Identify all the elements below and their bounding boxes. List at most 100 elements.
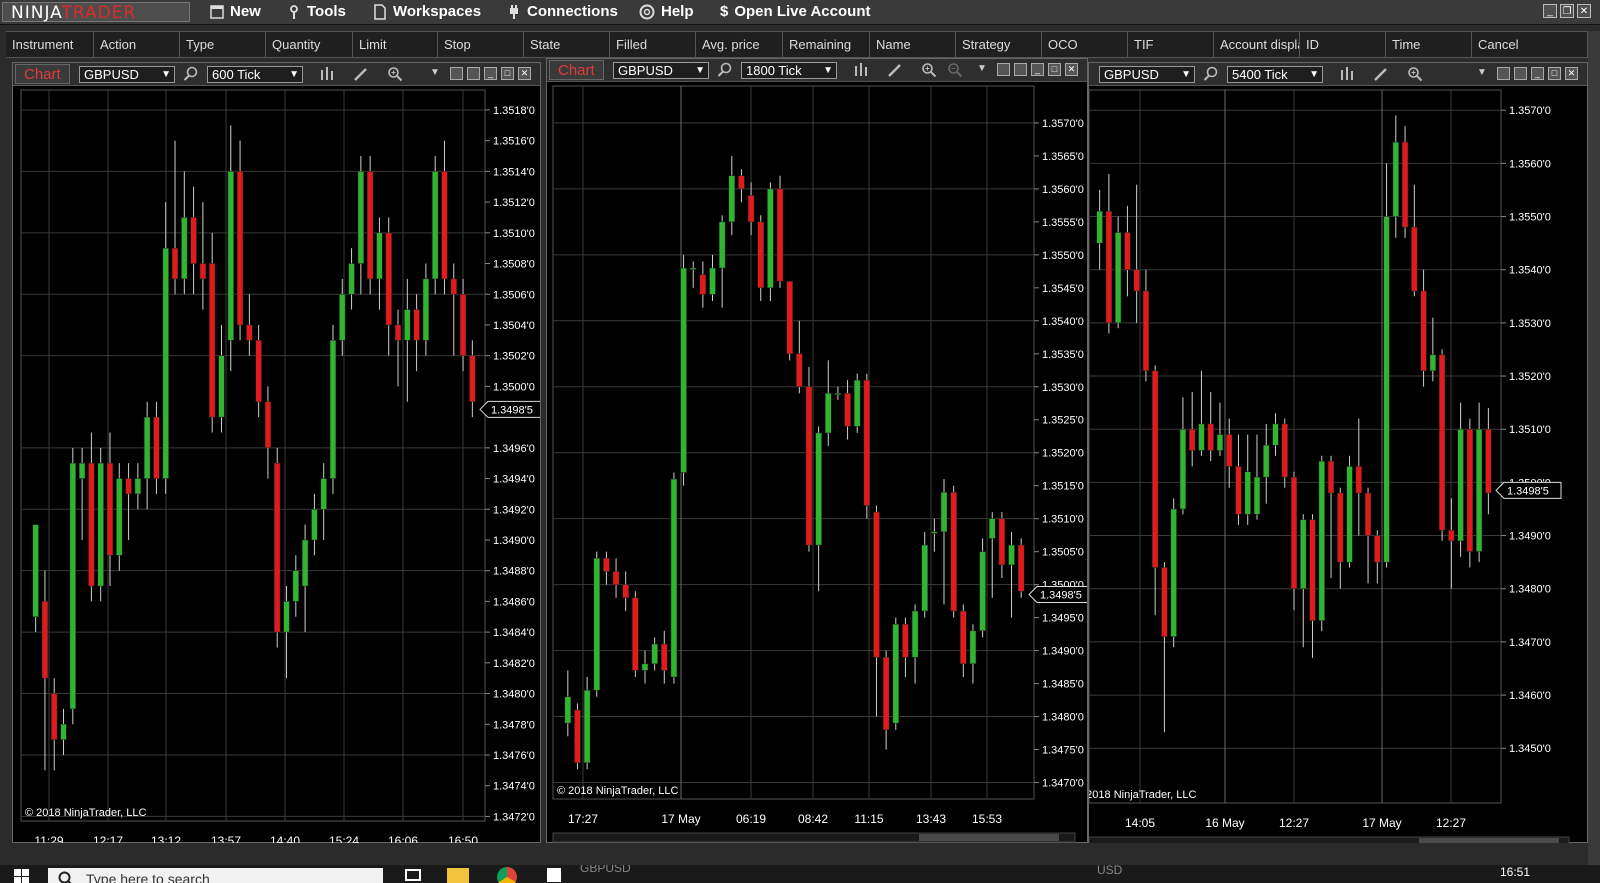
layout-two-icon[interactable] — [1514, 67, 1527, 80]
ninjatrader-taskbar-icon[interactable] — [547, 868, 561, 882]
candle-down — [1281, 423, 1288, 478]
orders-column-type[interactable]: Type — [180, 32, 266, 57]
orders-column-id[interactable]: ID — [1300, 32, 1386, 57]
taskbar-tab-gbpusd[interactable]: GBPUSD — [580, 865, 631, 875]
y-axis-tick-label: 1.3506'0 — [493, 289, 535, 301]
menu-connections[interactable]: Connections — [507, 0, 618, 24]
vertical-scrollbar[interactable] — [1588, 31, 1600, 871]
candle-down — [863, 379, 871, 506]
chrome-icon[interactable] — [497, 867, 517, 883]
close-chart-button[interactable]: ✕ — [1065, 63, 1078, 76]
y-axis-tick-label: 1.3560'0 — [1509, 158, 1551, 170]
y-axis-tick-label: 1.3492'0 — [493, 504, 535, 516]
taskbar-search-input[interactable]: Type here to search — [48, 868, 383, 883]
orders-column-state[interactable]: State — [524, 32, 610, 57]
interval-selector[interactable]: 600 Tick ▼ — [207, 66, 303, 83]
orders-column-cancel[interactable]: Cancel — [1472, 32, 1588, 57]
menu-open-live-account[interactable]: $ Open Live Account — [720, 0, 870, 24]
candle-down — [1124, 232, 1131, 270]
candle-down — [622, 584, 629, 599]
chart-menu-chevron-icon[interactable]: ▼ — [1477, 67, 1487, 78]
bar-chart-style-icon[interactable] — [1339, 66, 1355, 82]
minimize-chart-button[interactable]: _ — [1531, 67, 1544, 80]
task-view-icon[interactable] — [405, 869, 421, 881]
candle-up — [1115, 232, 1122, 324]
maximize-chart-button[interactable]: □ — [501, 67, 514, 80]
scrollbar-thumb[interactable] — [1419, 838, 1559, 843]
instrument-search-icon[interactable] — [717, 62, 733, 78]
menu-help[interactable]: Help — [639, 0, 694, 24]
orders-column-limit[interactable]: Limit — [353, 32, 438, 57]
orders-column-action[interactable]: Action — [94, 32, 180, 57]
layout-two-icon[interactable] — [1014, 63, 1027, 76]
layout-one-icon[interactable] — [1497, 67, 1510, 80]
bar-chart-style-icon[interactable] — [319, 66, 335, 82]
layout-one-icon[interactable] — [450, 67, 463, 80]
taskbar-tab-usd[interactable]: USD — [1097, 865, 1122, 877]
candle-down — [950, 492, 957, 612]
chevron-down-icon: ▼ — [695, 65, 705, 76]
interval-selector[interactable]: 5400 Tick ▼ — [1227, 66, 1323, 83]
minimize-chart-button[interactable]: _ — [1031, 63, 1044, 76]
restore-window-button[interactable]: ❐ — [1560, 4, 1574, 18]
bar-chart-style-icon[interactable] — [853, 62, 869, 78]
chart-window-2[interactable]: Chart GBPUSD ▼ 1800 Tick ▼ ▼ _ □ ✕ 1.3570'0 1.3565… — [546, 58, 1088, 843]
close-chart-button[interactable]: ✕ — [518, 67, 531, 80]
candle-down — [1411, 226, 1418, 292]
zoom-in-icon[interactable] — [921, 62, 937, 78]
y-axis-tick-label: 1.3570'0 — [1042, 118, 1084, 130]
zoom-in-icon[interactable] — [1407, 66, 1423, 82]
windows-start-icon[interactable] — [14, 869, 30, 883]
zoom-out-icon[interactable] — [947, 62, 963, 78]
chart-tab[interactable]: Chart — [15, 64, 70, 84]
instrument-selector[interactable]: GBPUSD ▼ — [1099, 66, 1195, 83]
zoom-in-icon[interactable] — [387, 66, 403, 82]
orders-column-time[interactable]: Time — [1386, 32, 1472, 57]
orders-column-filled[interactable]: Filled — [610, 32, 696, 57]
orders-column-tif[interactable]: TIF — [1128, 32, 1214, 57]
orders-column-account-displa[interactable]: Account displa — [1214, 32, 1300, 57]
drawing-tool-pencil-icon[interactable] — [887, 62, 903, 78]
drawing-tool-pencil-icon[interactable] — [353, 66, 369, 82]
candlestick-chart[interactable]: 1.3518'0 1.3516'0 1.3514'0 1.3512'0 1.3510'0… — [13, 86, 540, 843]
orders-column-instrument[interactable]: Instrument — [6, 32, 94, 57]
orders-column-quantity[interactable]: Quantity — [266, 32, 353, 57]
menu-workspaces[interactable]: Workspaces — [373, 0, 481, 24]
chart-window-1[interactable]: Chart GBPUSD ▼ 600 Tick ▼ ▼ _ □ ✕ 1.3518'0 1.3516'… — [12, 62, 541, 843]
menu-tools[interactable]: Tools — [287, 0, 346, 24]
instrument-search-icon[interactable] — [183, 66, 199, 82]
y-axis-tick-label: 1.3490'0 — [1042, 646, 1084, 658]
orders-column-strategy[interactable]: Strategy — [956, 32, 1042, 57]
candle-down — [441, 171, 448, 280]
orders-column-oco[interactable]: OCO — [1042, 32, 1128, 57]
instrument-selector[interactable]: GBPUSD ▼ — [613, 62, 709, 79]
minimize-chart-button[interactable]: _ — [484, 67, 497, 80]
interval-selector[interactable]: 1800 Tick ▼ — [741, 62, 837, 79]
orders-column-name[interactable]: Name — [870, 32, 956, 57]
candle-down — [873, 511, 880, 658]
candlestick-chart[interactable]: 1.3570'0 1.3560'0 1.3550'0 1.3540'0 1.3530'0… — [1089, 86, 1587, 843]
minimize-window-button[interactable]: _ — [1543, 4, 1557, 18]
candlestick-chart[interactable]: 1.3570'0 1.3565'0 1.3560'0 1.3555'0 1.3550'0… — [547, 82, 1087, 843]
y-axis-tick-label: 1.3500'0 — [493, 381, 535, 393]
file-explorer-icon[interactable] — [447, 868, 469, 883]
layout-two-icon[interactable] — [467, 67, 480, 80]
orders-column-remaining[interactable]: Remaining — [783, 32, 870, 57]
chart-tab[interactable]: Chart — [549, 60, 604, 80]
chart-menu-chevron-icon[interactable]: ▼ — [977, 63, 987, 74]
maximize-chart-button[interactable]: □ — [1048, 63, 1061, 76]
instrument-search-icon[interactable] — [1203, 66, 1219, 82]
chart-menu-chevron-icon[interactable]: ▼ — [430, 67, 440, 78]
scrollbar-thumb[interactable] — [919, 834, 1059, 841]
menu-new[interactable]: New — [210, 0, 261, 24]
instrument-selector[interactable]: GBPUSD ▼ — [79, 66, 175, 83]
maximize-chart-button[interactable]: □ — [1548, 67, 1561, 80]
orders-column-stop[interactable]: Stop — [438, 32, 524, 57]
orders-column-avg-price[interactable]: Avg. price — [696, 32, 783, 57]
close-chart-button[interactable]: ✕ — [1565, 67, 1578, 80]
layout-one-icon[interactable] — [997, 63, 1010, 76]
drawing-tool-pencil-icon[interactable] — [1373, 66, 1389, 82]
candle-down — [998, 518, 1006, 566]
chart-window-3[interactable]: GBPUSD ▼ 5400 Tick ▼ ▼ _ □ ✕ 1.3570'0 1.3560'0 1.3… — [1088, 62, 1588, 843]
close-window-button[interactable]: ✕ — [1577, 4, 1591, 18]
